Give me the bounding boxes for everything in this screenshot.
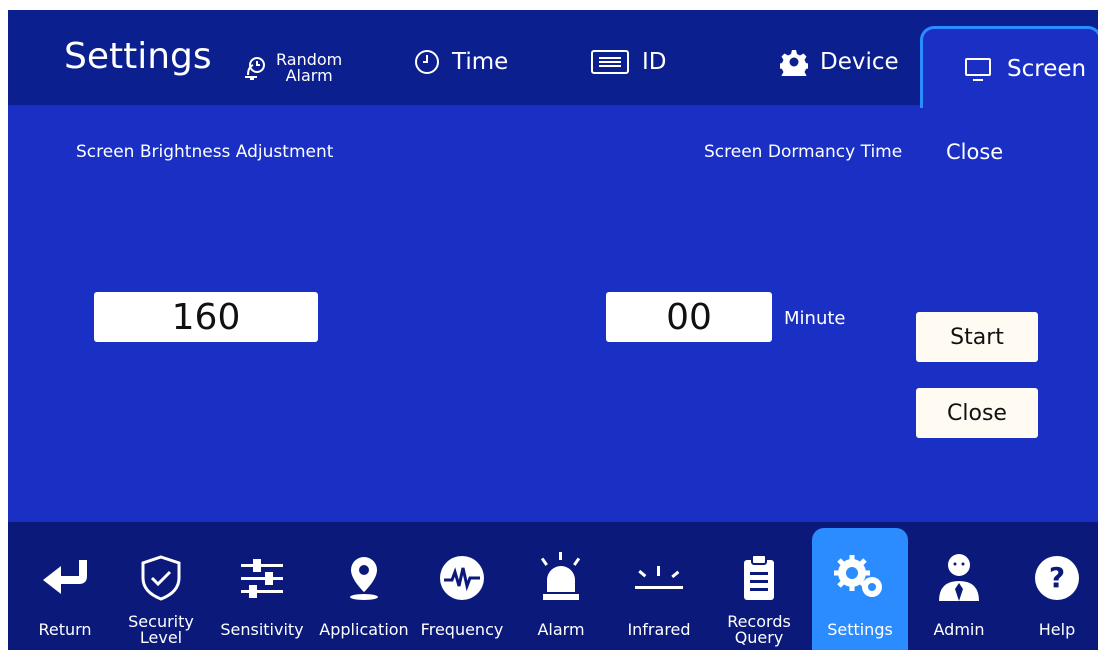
nav-return-label: Return xyxy=(38,620,92,639)
bottom-nav: Return Security Level Sensitivity Applic… xyxy=(8,522,1098,650)
tab-random-label-line2: Alarm xyxy=(285,66,333,85)
tab-device-label: Device xyxy=(820,49,899,75)
nav-sensitivity[interactable]: Sensitivity xyxy=(214,522,310,650)
nav-help[interactable]: ? Help xyxy=(1016,522,1098,650)
nav-application[interactable]: Application xyxy=(314,522,414,650)
location-pin-icon xyxy=(338,552,390,604)
sliders-icon xyxy=(236,552,288,604)
nav-records-query[interactable]: Records Query xyxy=(714,522,804,650)
nav-infrared[interactable]: Infrared xyxy=(614,522,704,650)
gear-icon xyxy=(780,48,808,76)
clock-icon xyxy=(414,49,440,75)
brightness-input[interactable]: 160 xyxy=(94,292,318,342)
nav-settings-label: Settings xyxy=(827,620,893,639)
admin-person-icon xyxy=(933,552,985,604)
settings-screen: Settings Random Alarm Time ID Device Scr… xyxy=(8,10,1098,650)
dormancy-status: Close xyxy=(946,140,1004,164)
clipboard-icon xyxy=(733,552,785,604)
siren-icon xyxy=(535,552,587,604)
nav-admin[interactable]: Admin xyxy=(916,522,1002,650)
nav-security-label-line2: Level xyxy=(139,628,183,647)
gears-icon xyxy=(834,552,886,604)
tab-screen-label: Screen xyxy=(1007,55,1087,82)
tab-id-label: ID xyxy=(642,49,667,75)
nav-infrared-label: Infrared xyxy=(627,620,691,639)
page-title: Settings xyxy=(64,36,212,77)
nav-sensitivity-label: Sensitivity xyxy=(220,620,304,639)
tab-time-label: Time xyxy=(452,49,509,75)
dormancy-label: Screen Dormancy Time xyxy=(704,142,903,162)
nav-application-label: Application xyxy=(319,620,409,639)
return-arrow-icon xyxy=(39,552,91,604)
monitor-icon xyxy=(963,55,993,83)
nav-alarm[interactable]: Alarm xyxy=(518,522,604,650)
nav-frequency-label: Frequency xyxy=(420,620,504,639)
nav-frequency[interactable]: Frequency xyxy=(414,522,510,650)
minute-unit-label: Minute xyxy=(784,308,846,329)
start-button[interactable]: Start xyxy=(916,312,1038,362)
shield-check-icon xyxy=(135,552,187,604)
dormancy-minutes-input[interactable]: 00 xyxy=(606,292,772,342)
close-button[interactable]: Close xyxy=(916,388,1038,438)
tab-id[interactable]: ID xyxy=(590,40,667,84)
nav-settings[interactable]: Settings xyxy=(812,528,908,650)
infrared-sensor-icon xyxy=(633,552,685,604)
tab-time[interactable]: Time xyxy=(414,40,508,84)
header-bar: Settings Random Alarm Time ID Device Scr… xyxy=(8,10,1098,108)
nav-security-level[interactable]: Security Level xyxy=(118,522,204,650)
nav-help-label: Help xyxy=(1038,620,1076,639)
tab-screen[interactable]: Screen xyxy=(920,26,1098,108)
alarm-clock-icon xyxy=(242,55,268,81)
nav-alarm-label: Alarm xyxy=(537,620,585,639)
tab-random-alarm[interactable]: Random Alarm xyxy=(242,46,342,90)
nav-admin-label: Admin xyxy=(933,620,985,639)
brightness-label: Screen Brightness Adjustment xyxy=(76,142,334,162)
waveform-icon xyxy=(436,552,488,604)
svg-text:?: ? xyxy=(1049,561,1065,594)
id-card-icon xyxy=(590,48,630,76)
help-question-icon: ? xyxy=(1031,552,1083,604)
nav-return[interactable]: Return xyxy=(22,522,108,650)
nav-records-label-line2: Query xyxy=(734,628,784,647)
tab-device[interactable]: Device xyxy=(780,40,899,84)
